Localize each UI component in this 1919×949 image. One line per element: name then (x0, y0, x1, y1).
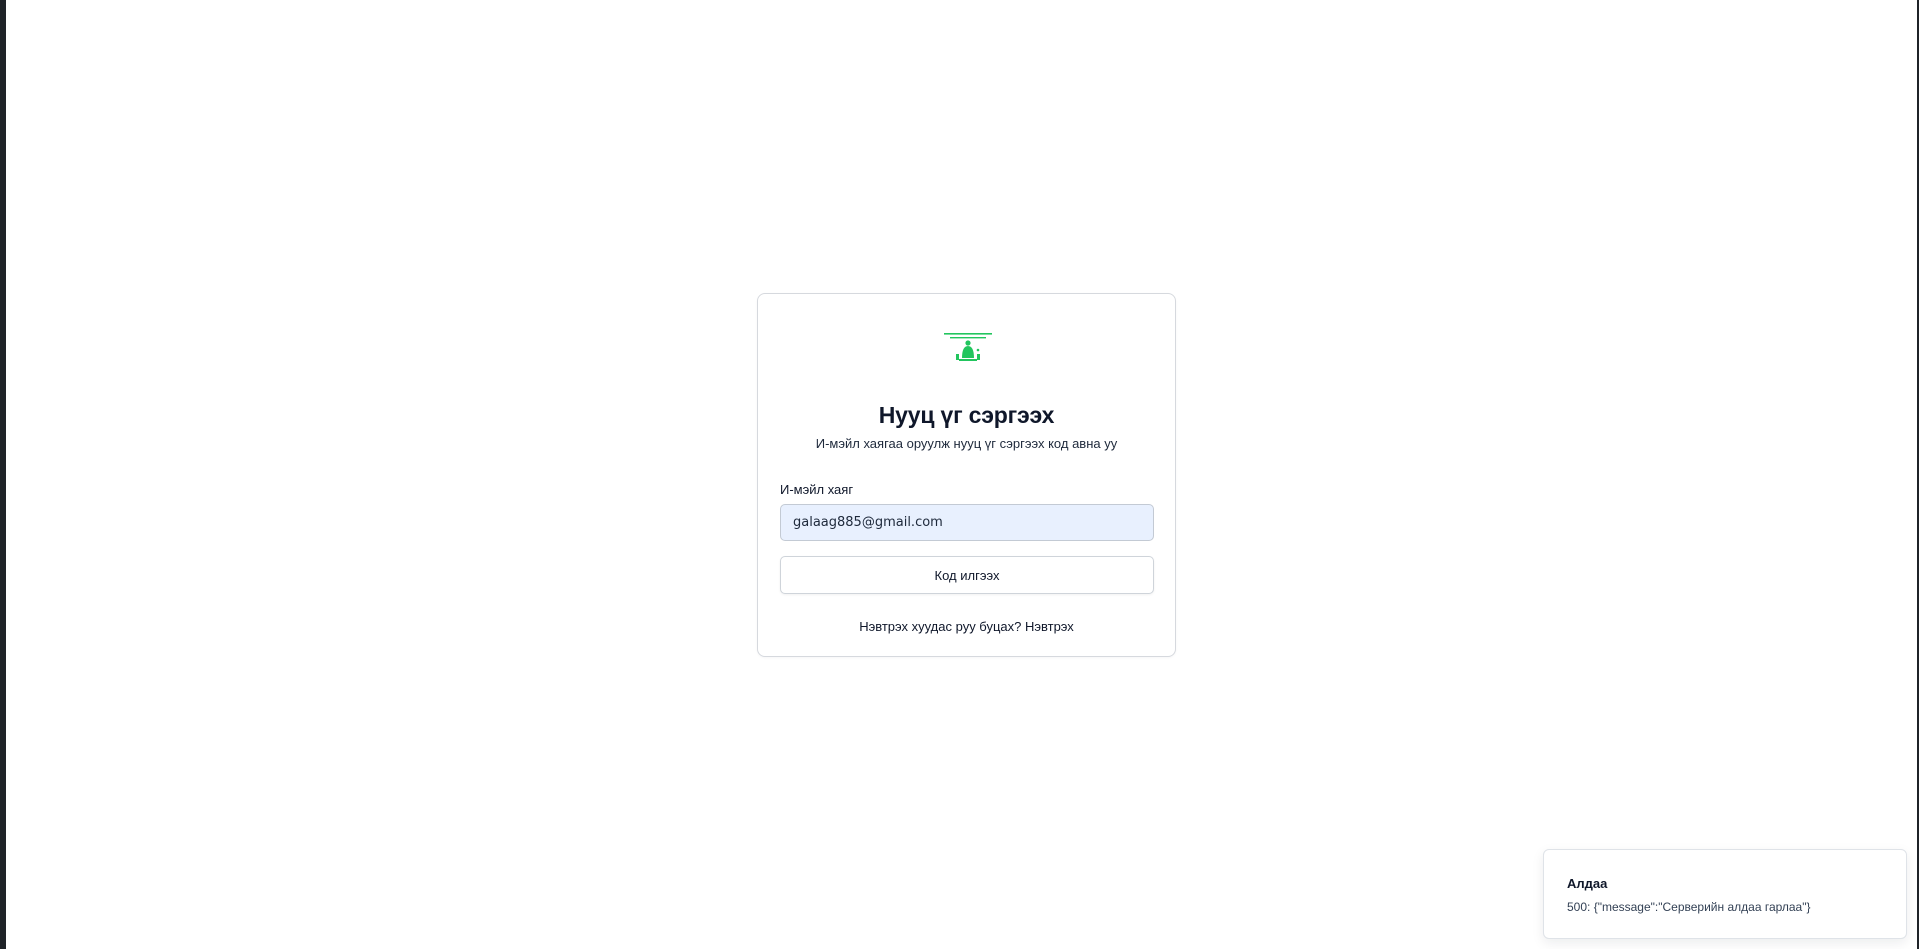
page-subtitle: И-мэйл хаягаа оруулж нууц үг сэргээх код… (815, 436, 1118, 451)
login-link[interactable]: Нэвтрэх (1025, 619, 1074, 634)
toast-message: 500: {"message":"Серверийн алдаа гарлаа"… (1567, 900, 1811, 914)
page-title: Нууц үг сэргээх (878, 402, 1055, 428)
email-field[interactable] (780, 504, 1154, 541)
send-code-button[interactable]: Код илгээх (780, 556, 1154, 594)
organization-logo-icon (940, 330, 996, 366)
email-field-label: И-мэйл хаяг (780, 482, 854, 497)
toast-title: Алдаа (1567, 876, 1608, 891)
app-window: Нууц үг сэргээх И-мэйл хаягаа оруулж нуу… (0, 0, 1919, 949)
back-to-login-row: Нэвтрэх хуудас руу буцах? Нэвтрэх (758, 619, 1175, 634)
error-toast: Алдаа 500: {"message":"Серверийн алдаа г… (1543, 849, 1907, 939)
reset-password-card: Нууц үг сэргээх И-мэйл хаягаа оруулж нуу… (757, 293, 1176, 657)
back-to-login-text: Нэвтрэх хуудас руу буцах? (859, 619, 1025, 634)
